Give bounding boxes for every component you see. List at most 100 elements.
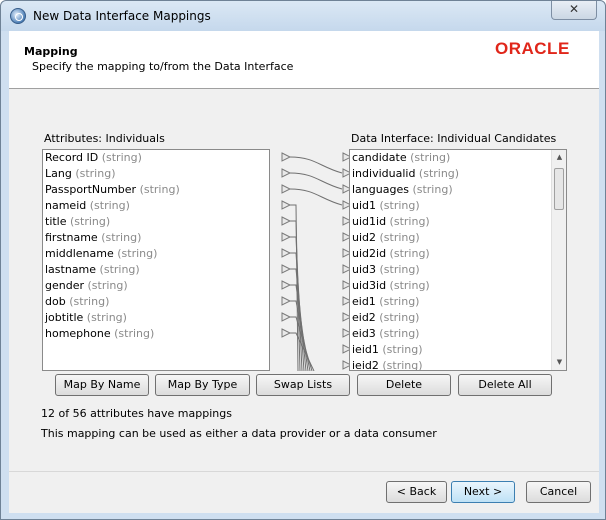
attribute-type: (string) — [386, 279, 430, 292]
target-attributes-list[interactable]: candidate (string) individualid (string) l… — [349, 149, 567, 371]
attribute-type: (string) — [375, 327, 420, 340]
scroll-up-icon[interactable]: ▲ — [552, 150, 566, 165]
target-attribute-row[interactable]: uid1id (string) — [352, 214, 430, 230]
map-by-name-button[interactable]: Map By Name — [55, 374, 149, 396]
usage-text: This mapping can be used as either a dat… — [41, 427, 437, 440]
target-attribute-row[interactable]: uid2 (string) — [352, 230, 420, 246]
attribute-type: (string) — [378, 359, 423, 371]
target-attribute-row[interactable]: candidate (string) — [352, 150, 450, 166]
source-connector-icon[interactable] — [281, 280, 292, 290]
attribute-name: uid2 — [352, 231, 377, 244]
source-connector-icon[interactable] — [281, 184, 292, 194]
attribute-type: (string) — [110, 327, 155, 340]
source-attribute-row[interactable]: homephone (string) — [45, 326, 154, 342]
source-attribute-row[interactable]: jobtitle (string) — [45, 310, 127, 326]
attribute-type: (string) — [71, 167, 116, 180]
attribute-name: uid1id — [352, 215, 387, 228]
map-by-type-button[interactable]: Map By Type — [155, 374, 250, 396]
title-bar[interactable]: New Data Interface Mappings ✕ — [1, 1, 605, 31]
close-button[interactable]: ✕ — [551, 1, 597, 20]
footer-divider — [9, 471, 599, 472]
attribute-type: (string) — [386, 215, 430, 228]
attribute-name: lastname — [45, 263, 97, 276]
back-button[interactable]: < Back — [386, 481, 447, 503]
swap-lists-button[interactable]: Swap Lists — [256, 374, 350, 396]
source-attribute-row[interactable]: nameid (string) — [45, 198, 130, 214]
attribute-name: ieid2 — [352, 359, 379, 371]
attribute-type: (string) — [83, 311, 127, 324]
delete-button[interactable]: Delete — [357, 374, 451, 396]
mapping-line — [289, 156, 343, 174]
delete-all-button[interactable]: Delete All — [458, 374, 552, 396]
oracle-logo: ORACLE — [495, 39, 570, 58]
dialog-body: Mapping Specify the mapping to/from the … — [9, 31, 599, 513]
target-attribute-row[interactable]: eid1 (string) — [352, 294, 419, 310]
target-attribute-row[interactable]: eid2 (string) — [352, 310, 419, 326]
attribute-name: homephone — [45, 327, 111, 340]
attribute-type: (string) — [406, 151, 451, 164]
source-attribute-row[interactable]: middlename (string) — [45, 246, 157, 262]
attribute-name: candidate — [352, 151, 407, 164]
target-attribute-row[interactable]: ieid1 (string) — [352, 342, 423, 358]
attribute-name: firstname — [45, 231, 98, 244]
target-attribute-row[interactable]: uid3id (string) — [352, 278, 430, 294]
attribute-name: individualid — [352, 167, 416, 180]
dialog-window: New Data Interface Mappings ✕ Mapping Sp… — [0, 0, 606, 520]
source-connector-icon[interactable] — [281, 232, 292, 242]
source-connector-icon[interactable] — [281, 216, 292, 226]
source-connector-icon[interactable] — [281, 248, 292, 258]
source-attributes-list[interactable]: Record ID (string) Lang (string) PassportN… — [42, 149, 270, 371]
attribute-name: nameid — [45, 199, 87, 212]
target-attribute-row[interactable]: individualid (string) — [352, 166, 459, 182]
vertical-scrollbar[interactable]: ▲ ▼ — [551, 150, 566, 370]
source-connector-icon[interactable] — [281, 264, 292, 274]
attribute-name: Record ID — [45, 151, 99, 164]
attribute-name: middlename — [45, 247, 114, 260]
next-button[interactable]: Next > — [451, 481, 515, 503]
target-attribute-row[interactable]: ieid2 (string) — [352, 358, 423, 371]
page-title: Mapping — [24, 45, 78, 58]
source-connector-icon[interactable] — [281, 152, 292, 162]
app-icon — [10, 8, 26, 24]
left-list-label: Attributes: Individuals — [44, 132, 165, 145]
source-attribute-row[interactable]: Lang (string) — [45, 166, 115, 182]
attribute-type: (string) — [386, 247, 430, 260]
target-attribute-row[interactable]: languages (string) — [352, 182, 453, 198]
source-attribute-row[interactable]: lastname (string) — [45, 262, 140, 278]
target-attribute-row[interactable]: uid1 (string) — [352, 198, 420, 214]
attribute-name: uid3 — [352, 263, 377, 276]
attribute-name: dob — [45, 295, 66, 308]
source-attribute-row[interactable]: gender (string) — [45, 278, 128, 294]
attribute-type: (string) — [375, 311, 420, 324]
attribute-type: (string) — [408, 183, 453, 196]
page-subtitle: Specify the mapping to/from the Data Int… — [32, 60, 294, 73]
mapping-line — [289, 188, 343, 206]
source-attribute-row[interactable]: dob (string) — [45, 294, 109, 310]
attribute-type: (string) — [98, 151, 142, 164]
mapping-connector-area[interactable] — [270, 149, 350, 371]
right-list-label: Data Interface: Individual Candidates — [351, 132, 557, 145]
source-connector-icon[interactable] — [281, 296, 292, 306]
source-connector-icon[interactable] — [281, 168, 292, 178]
source-attribute-row[interactable]: title (string) — [45, 214, 110, 230]
attribute-name: uid2id — [352, 247, 387, 260]
attribute-type: (string) — [66, 215, 111, 228]
source-connector-icon[interactable] — [281, 312, 292, 322]
cancel-button[interactable]: Cancel — [526, 481, 591, 503]
source-attribute-row[interactable]: PassportNumber (string) — [45, 182, 180, 198]
attribute-name: eid3 — [352, 327, 376, 340]
attribute-name: eid2 — [352, 311, 376, 324]
target-attribute-row[interactable]: uid2id (string) — [352, 246, 430, 262]
source-attribute-row[interactable]: firstname (string) — [45, 230, 141, 246]
attribute-type: (string) — [375, 295, 420, 308]
source-connector-icon[interactable] — [281, 328, 292, 338]
attribute-type: (string) — [65, 295, 110, 308]
target-attribute-row[interactable]: uid3 (string) — [352, 262, 420, 278]
attribute-name: uid3id — [352, 279, 387, 292]
target-attribute-row[interactable]: eid3 (string) — [352, 326, 419, 342]
attribute-type: (string) — [97, 231, 142, 244]
scroll-thumb[interactable] — [554, 168, 564, 210]
source-connector-icon[interactable] — [281, 200, 292, 210]
source-attribute-row[interactable]: Record ID (string) — [45, 150, 142, 166]
scroll-down-icon[interactable]: ▼ — [552, 355, 566, 370]
